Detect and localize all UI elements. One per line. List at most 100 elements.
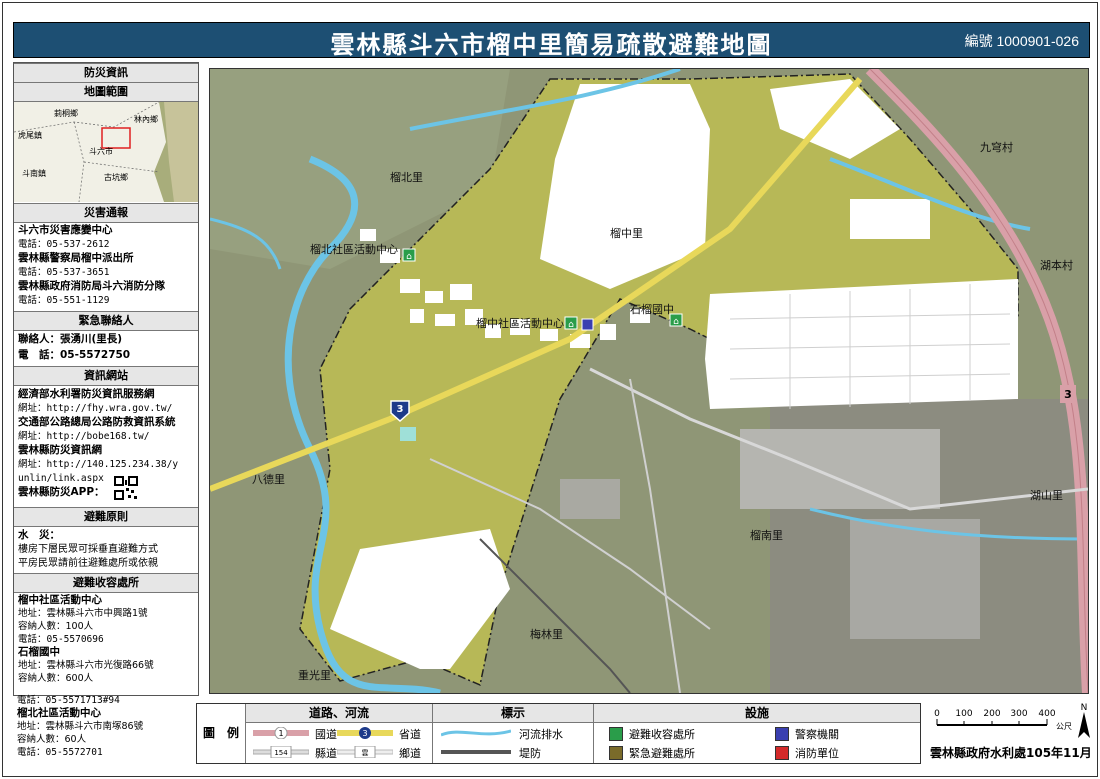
provincial-road-symbol: 3 <box>337 727 393 739</box>
web-url[interactable]: unlin/link.aspx <box>18 472 104 485</box>
legend-township-road: 鄉道 <box>399 747 421 760</box>
svg-text:100: 100 <box>955 709 972 719</box>
police-icon <box>581 318 594 331</box>
legend-national-road: 國道 <box>315 728 337 741</box>
svg-text:3: 3 <box>1064 388 1072 401</box>
report-line: 電話：05-537-2612 <box>18 239 110 250</box>
svg-text:400: 400 <box>1038 709 1055 719</box>
map-legend: 圖 例 道路、河流 標示 設施 1 國道 3 省道 154 縣道 雲 鄉道 河流… <box>196 703 921 764</box>
web-line: 雲林縣防災APP： <box>18 486 105 498</box>
contact-line: 聯絡人：張湧川(里長) <box>18 333 123 345</box>
section-header-web: 資訊網站 <box>14 366 198 386</box>
shelter-name: 石榴國中 <box>18 646 60 658</box>
web-url[interactable]: 網址：http://bobe168.tw/ <box>18 430 149 443</box>
web-line: 交通部公路總局公路防救資訊系統 <box>18 416 176 428</box>
section-header-range: 地圖範圍 <box>14 82 198 102</box>
web-line: 雲林縣防災資訊網 <box>18 444 102 456</box>
sidebar-panel: 防災資訊 地圖範圍 莿桐鄉 林內鄉 虎尾鎮 斗六市 古坑鄉 斗南鎮 災害通報 斗… <box>13 62 199 696</box>
legend-header-roads: 道路、河流 <box>246 704 433 723</box>
map-serial-number: 編號 1000901-026 <box>964 33 1079 49</box>
legend-county-road: 縣道 <box>315 747 337 760</box>
svg-text:300: 300 <box>1010 709 1027 719</box>
scale-bar: 0 100 200 300 400 公尺 <box>934 709 1072 731</box>
inset-label: 斗南鎮 <box>22 168 46 178</box>
pond <box>400 427 416 441</box>
shelter-line: 容納人數：600人 <box>18 673 94 684</box>
web-line: 經濟部水利署防災資訊服務網 <box>18 388 155 400</box>
svg-text:1: 1 <box>278 729 283 738</box>
report-line: 電話：05-537-3651 <box>18 267 110 278</box>
report-line: 雲林縣警察局榴中派出所 <box>18 252 134 264</box>
police-icon <box>775 727 789 741</box>
principle-line: 水 災： <box>18 529 60 541</box>
national-road-symbol: 1 <box>253 727 309 739</box>
svg-text:200: 200 <box>983 709 1000 719</box>
emergency-shelter-icon <box>609 746 623 760</box>
shelter-icon: ⌂ <box>564 316 578 330</box>
shelter-line: 地址：雲林縣斗六市中興路1號 <box>18 608 148 619</box>
white-parcel-industrial <box>705 279 1018 409</box>
svg-text:⌂: ⌂ <box>673 317 679 327</box>
section-header-info: 防災資訊 <box>14 63 198 83</box>
principle-line: 平房民眾請前往避難處所或依親 <box>18 558 158 569</box>
map-label-village: 九穹村 <box>980 141 1013 154</box>
county-road-symbol: 154 <box>253 746 309 758</box>
svg-text:公尺: 公尺 <box>1056 722 1072 731</box>
report-line: 電話：05-551-1129 <box>18 295 110 306</box>
svg-text:0: 0 <box>934 709 940 719</box>
map-title: 雲林縣斗六市榴中里簡易疏散避難地圖 <box>330 30 773 59</box>
legend-emergency-shelter: 緊急避難處所 <box>629 747 695 760</box>
report-line: 雲林縣政府消防局斗六消防分隊 <box>18 280 165 292</box>
shelter-line: 電話：05-5570696 <box>18 634 104 645</box>
title-bar: 雲林縣斗六市榴中里簡易疏散避難地圖 編號 1000901-026 <box>13 22 1090 59</box>
map-label-facility: 石榴國中 <box>630 303 674 316</box>
svg-text:⌂: ⌂ <box>568 320 574 330</box>
fire-station-icon <box>775 746 789 760</box>
section-header-shelter: 避難收容處所 <box>14 573 198 593</box>
sidebar-overflow: 電話：05-5571713#94 榴北社區活動中心 地址：雲林縣斗六市南塚86號… <box>13 694 197 762</box>
legend-header-facilities: 設施 <box>594 704 920 723</box>
map-label-village: 榴北里 <box>390 171 423 184</box>
route-shield-national: 3 <box>1060 385 1076 403</box>
shelter-line: 地址：雲林縣斗六市光復路66號 <box>18 660 154 671</box>
shelter-icon <box>609 727 623 741</box>
shelter-line: 容納人數：100人 <box>18 621 94 632</box>
section-header-principle: 避難原則 <box>14 507 198 527</box>
inset-label: 斗六市 <box>89 146 113 156</box>
legend-header-marks: 標示 <box>433 704 594 723</box>
web-url[interactable]: 網址：http://140.125.234.38/y <box>18 458 178 471</box>
map-view[interactable]: 3 3 ⌂ ⌂ ⌂ 榴中里 榴北里 九穹村 湖本村 八德里 湖山里 榴南里 梅林… <box>209 68 1089 694</box>
legend-shelter: 避難收容處所 <box>629 728 695 741</box>
river-symbol <box>441 729 511 737</box>
map-label-village: 榴中里 <box>610 227 643 240</box>
map-label-village: 重光里 <box>298 669 331 682</box>
map-canvas: 3 3 ⌂ ⌂ ⌂ <box>210 69 1088 693</box>
section-header-contact: 緊急聯絡人 <box>14 311 198 331</box>
svg-text:3: 3 <box>362 729 367 738</box>
footer-credit: 雲林縣政府水利處105年11月 <box>930 746 1092 760</box>
legend-river: 河流排水 <box>519 728 563 741</box>
report-line: 斗六市災害應變中心 <box>18 224 113 236</box>
inset-locator-map: 莿桐鄉 林內鄉 虎尾鎮 斗六市 古坑鄉 斗南鎮 <box>14 102 198 202</box>
map-label-village: 梅林里 <box>530 628 563 641</box>
map-label-village: 榴南里 <box>750 529 783 542</box>
inset-label: 莿桐鄉 <box>54 108 78 118</box>
map-label-facility: 榴中社區活動中心 <box>476 317 564 330</box>
svg-text:N: N <box>1081 703 1088 713</box>
svg-text:⌂: ⌂ <box>406 252 412 262</box>
shelter-line: 電話：05-5571713#94 <box>17 695 120 706</box>
svg-text:3: 3 <box>397 404 404 415</box>
legend-levee: 堤防 <box>519 747 541 760</box>
shelter-name: 榴北社區活動中心 <box>17 707 101 719</box>
shelter-icon: ⌂ <box>402 248 416 262</box>
map-label-village: 湖本村 <box>1040 259 1073 272</box>
shelter-line: 容納人數：60人 <box>17 734 87 745</box>
shelter-line: 地址：雲林縣斗六市南塚86號 <box>17 721 144 732</box>
qr-code-icon[interactable] <box>114 476 138 500</box>
map-label-village: 八德里 <box>252 473 285 486</box>
shelter-line: 電話：05-5572701 <box>17 747 103 758</box>
web-url[interactable]: 網址：http://fhy.wra.gov.tw/ <box>18 402 172 415</box>
shelter-name: 榴中社區活動中心 <box>18 594 102 606</box>
inset-label: 虎尾鎮 <box>18 130 42 140</box>
north-arrow-icon: N <box>1078 703 1090 738</box>
